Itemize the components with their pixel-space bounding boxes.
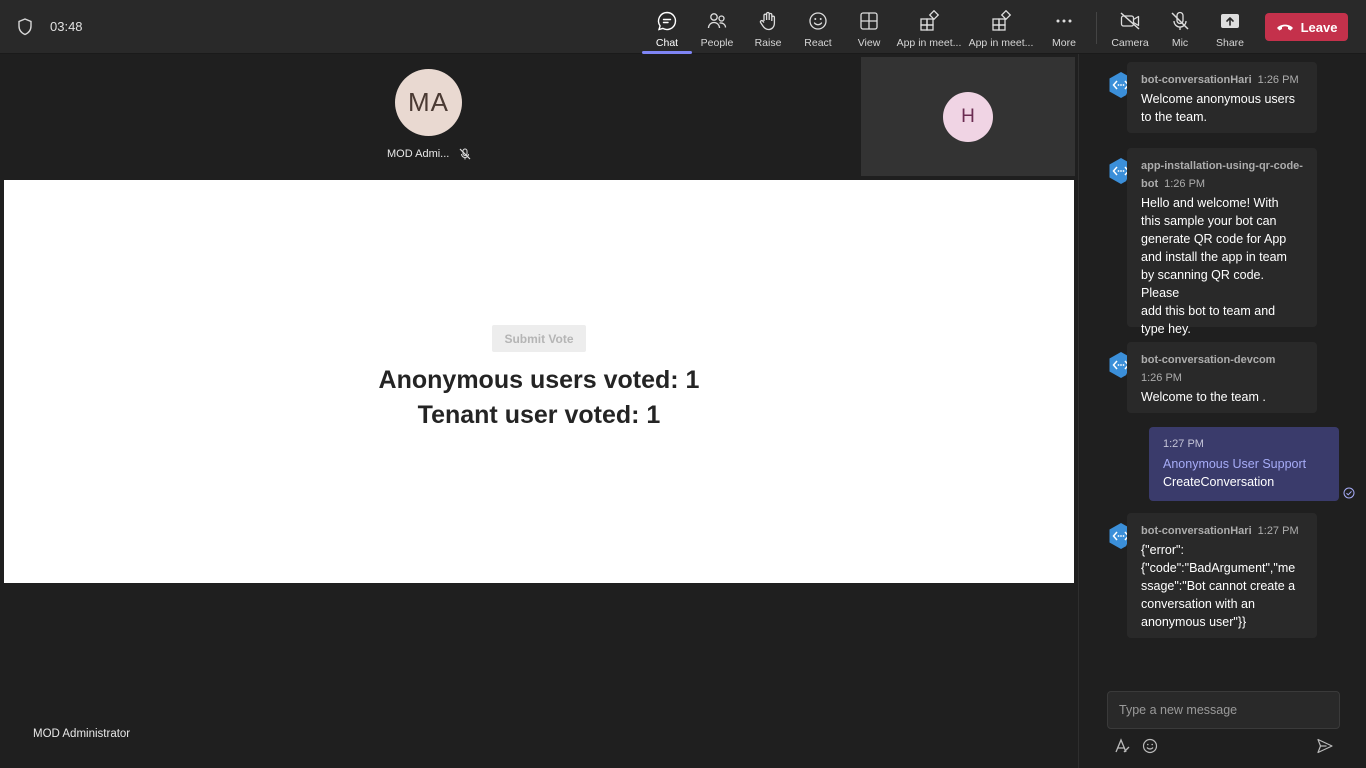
participant-avatar: H bbox=[943, 92, 993, 142]
message-sender-cont: bot bbox=[1141, 178, 1159, 190]
mic-label: Mic bbox=[1171, 37, 1189, 49]
format-icon[interactable] bbox=[1113, 737, 1131, 755]
camera-off-icon bbox=[1120, 12, 1140, 30]
toolbar-divider bbox=[1096, 12, 1097, 44]
app-in-meeting-button-1[interactable]: App in meet... bbox=[896, 6, 962, 50]
share-label: Share bbox=[1215, 37, 1245, 49]
phone-hangup-icon bbox=[1276, 24, 1293, 31]
message-time: 1:27 PM bbox=[1163, 438, 1204, 450]
participant-avatar[interactable]: MA bbox=[395, 69, 462, 136]
message-sender: app-installation-using-qr-code- bbox=[1141, 160, 1303, 172]
message-line: Welcome anonymous users bbox=[1141, 92, 1296, 106]
message-text: CreateConversation bbox=[1163, 475, 1275, 489]
view-label: View bbox=[857, 37, 881, 49]
message-meta: bot-conversationHari 1:26 PM bbox=[1141, 71, 1303, 89]
message-line: this sample your bot can bbox=[1141, 214, 1277, 228]
message-line: Welcome to the team . bbox=[1141, 390, 1266, 404]
raise-label: Raise bbox=[754, 37, 782, 49]
message-link[interactable]: Anonymous User Support bbox=[1163, 455, 1325, 473]
message-time: 1:26 PM bbox=[1257, 74, 1299, 86]
message-time: 1:26 PM bbox=[1164, 178, 1206, 190]
message-line: ssage":"Bot cannot create a bbox=[1141, 579, 1296, 593]
chat-icon bbox=[657, 11, 677, 31]
participant-name: MOD Admi... bbox=[387, 148, 471, 160]
message-line: add this bot to team and bbox=[1141, 304, 1276, 318]
message-line: anonymous user"}} bbox=[1141, 615, 1247, 629]
message-text: Welcome to the team . bbox=[1141, 388, 1303, 406]
message-line: {"code":"BadArgument","me bbox=[1141, 561, 1296, 575]
leave-label: Leave bbox=[1300, 19, 1338, 35]
message-meta: bot-conversation-devcom 1:26 PM bbox=[1141, 351, 1303, 387]
leave-button[interactable]: Leave bbox=[1265, 13, 1348, 41]
submit-vote-button[interactable]: Submit Vote bbox=[492, 325, 586, 352]
app-in-meeting-label-2: App in meet... bbox=[968, 37, 1034, 49]
mic-muted-icon bbox=[459, 148, 471, 160]
react-label: React bbox=[804, 37, 832, 49]
tenant-votes-text: Tenant user voted: 1 bbox=[417, 401, 661, 429]
chat-message[interactable]: bot-conversation-devcom 1:26 PM Welcome … bbox=[1127, 342, 1317, 413]
message-line: type hey. bbox=[1141, 322, 1191, 336]
message-sender: bot-conversationHari bbox=[1141, 525, 1252, 537]
chat-panel: bot-conversationHari 1:26 PM Welcome anon… bbox=[1078, 54, 1366, 768]
view-button[interactable]: View bbox=[843, 6, 895, 50]
share-button[interactable]: Share bbox=[1204, 6, 1256, 50]
shield-icon bbox=[18, 18, 32, 36]
react-button[interactable]: React bbox=[792, 6, 844, 50]
apps-icon bbox=[920, 10, 940, 31]
participant-name-label: MOD Admi... bbox=[387, 148, 450, 160]
app-in-meeting-label-1: App in meet... bbox=[896, 37, 962, 49]
chat-button[interactable]: Chat bbox=[641, 6, 693, 54]
people-button[interactable]: People bbox=[691, 6, 743, 50]
chat-message[interactable]: bot-conversationHari 1:27 PM {"error": {"… bbox=[1127, 513, 1317, 638]
raise-hand-icon bbox=[759, 11, 776, 31]
people-icon bbox=[707, 13, 727, 29]
raise-hand-button[interactable]: Raise bbox=[742, 6, 794, 50]
message-meta: app-installation-using-qr-code- bot 1:26 … bbox=[1141, 157, 1303, 193]
meeting-timer: 03:48 bbox=[50, 19, 83, 34]
more-button[interactable]: More bbox=[1038, 6, 1090, 50]
chat-label: Chat bbox=[655, 37, 679, 49]
message-line: generate QR code for App bbox=[1141, 232, 1287, 246]
message-line: {"error": bbox=[1141, 543, 1184, 557]
message-sender: bot-conversation-devcom bbox=[1141, 354, 1276, 366]
grid-icon bbox=[860, 12, 878, 30]
mic-off-icon bbox=[1171, 11, 1189, 30]
message-time: 1:27 PM bbox=[1257, 525, 1299, 537]
message-sender: bot-conversationHari bbox=[1141, 74, 1252, 86]
message-text: Welcome anonymous users to the team. bbox=[1141, 90, 1303, 126]
app-in-meeting-button-2[interactable]: App in meet... bbox=[968, 6, 1034, 50]
message-text: Hello and welcome! With this sample your… bbox=[1141, 194, 1303, 338]
share-icon bbox=[1221, 14, 1239, 28]
message-line: by scanning QR code. Please bbox=[1141, 268, 1264, 300]
more-label: More bbox=[1052, 37, 1076, 49]
camera-label: Camera bbox=[1111, 37, 1149, 49]
send-icon[interactable] bbox=[1316, 737, 1334, 755]
chat-message[interactable]: app-installation-using-qr-code- bot 1:26 … bbox=[1127, 148, 1317, 336]
emoji-icon[interactable] bbox=[1141, 737, 1159, 755]
message-text: {"error": {"code":"BadArgument","me ssag… bbox=[1141, 541, 1303, 631]
anonymous-votes-text: Anonymous users voted: 1 bbox=[378, 366, 700, 394]
message-line: Hello and welcome! With bbox=[1141, 196, 1279, 210]
compose-input[interactable]: Type a new message bbox=[1107, 691, 1340, 729]
my-chat-message[interactable]: 1:27 PM Anonymous User Support CreateCon… bbox=[1149, 427, 1339, 501]
message-line: to the team. bbox=[1141, 110, 1208, 124]
sent-check-icon bbox=[1343, 487, 1355, 499]
message-line: and install the app in team bbox=[1141, 250, 1287, 264]
meeting-toolbar: 03:48 Chat People Raise React View App i… bbox=[0, 0, 1366, 54]
camera-button[interactable]: Camera bbox=[1104, 6, 1156, 50]
mic-button[interactable]: Mic bbox=[1154, 6, 1206, 50]
people-label: People bbox=[700, 37, 734, 49]
participant-video-tile[interactable]: H bbox=[861, 57, 1075, 176]
chat-message[interactable]: bot-conversationHari 1:26 PM Welcome anon… bbox=[1127, 62, 1317, 133]
message-line: conversation with an bbox=[1141, 597, 1255, 611]
shared-app-stage: Submit Vote Anonymous users voted: 1 Ten… bbox=[4, 180, 1074, 583]
message-time: 1:26 PM bbox=[1141, 372, 1182, 384]
apps-icon bbox=[992, 10, 1012, 31]
more-icon bbox=[1056, 19, 1072, 23]
message-meta: bot-conversationHari 1:27 PM bbox=[1141, 522, 1303, 540]
smile-icon bbox=[809, 12, 827, 30]
self-name-label: MOD Administrator bbox=[33, 728, 131, 740]
